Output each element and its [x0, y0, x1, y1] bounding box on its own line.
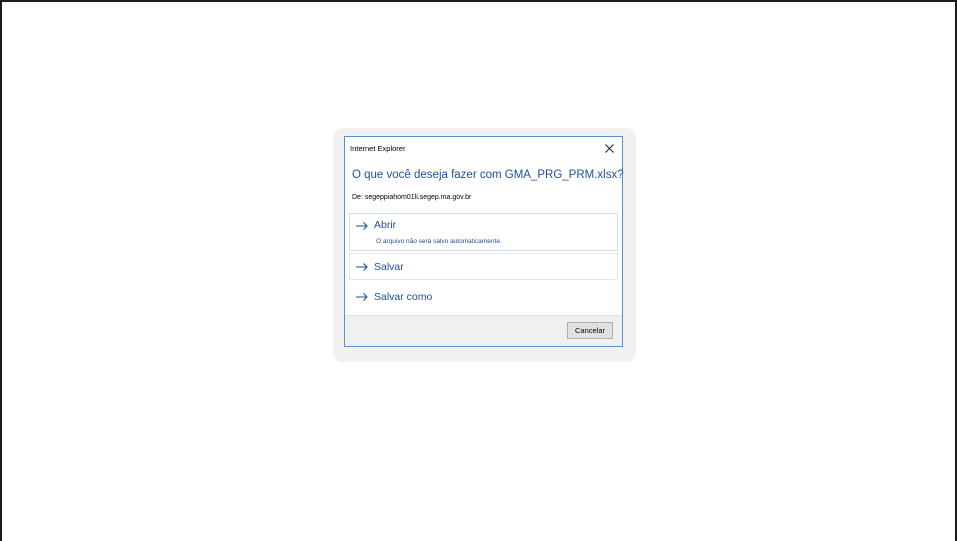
- dialog-footer: Cancelar: [345, 315, 622, 346]
- close-button[interactable]: [600, 140, 618, 156]
- download-source: De: segeppiahom01li.segep.ma.gov.br: [352, 194, 472, 201]
- save-option[interactable]: Salvar: [349, 253, 618, 280]
- open-description: O arquivo não será salvo automaticamente…: [376, 238, 502, 245]
- save-as-option[interactable]: Salvar como: [349, 283, 618, 310]
- desktop-screen: Internet Explorer O que você deseja faze…: [0, 0, 957, 541]
- cancel-button[interactable]: Cancelar: [567, 322, 613, 339]
- save-as-label: Salvar como: [374, 291, 433, 303]
- open-option[interactable]: Abrir O arquivo não será salvo automatic…: [349, 213, 618, 251]
- dialog-title: Internet Explorer: [350, 144, 406, 153]
- close-icon: [604, 143, 614, 153]
- arrow-right-icon: [356, 222, 368, 230]
- arrow-right-icon: [356, 293, 368, 301]
- download-dialog: Internet Explorer O que você deseja faze…: [344, 136, 624, 347]
- dialog-titlebar: Internet Explorer: [345, 137, 622, 161]
- arrow-right-icon: [356, 263, 368, 271]
- open-label: Abrir: [374, 219, 397, 231]
- dialog-question: O que você deseja fazer com GMA_PRG_PRM.…: [352, 169, 624, 181]
- save-label: Salvar: [374, 261, 404, 273]
